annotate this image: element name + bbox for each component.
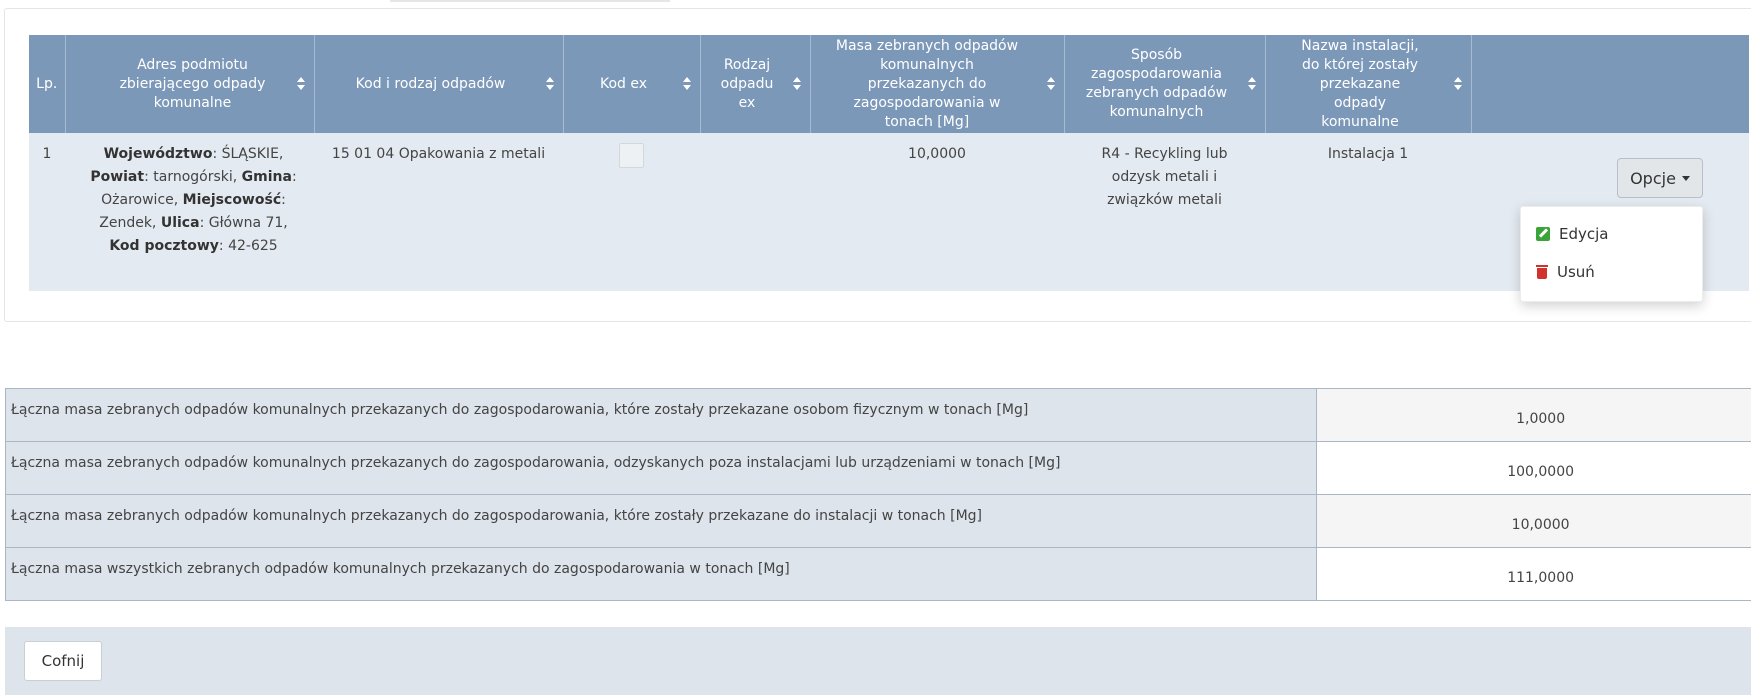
options-button[interactable]: Opcje <box>1617 158 1703 198</box>
menu-item-edit[interactable]: Edycja <box>1536 225 1608 243</box>
summary-value: 10,0000 <box>1316 494 1751 548</box>
menu-item-delete-label: Usuń <box>1557 263 1595 281</box>
cell-rodzaj-ex <box>700 133 810 291</box>
caret-down-icon <box>1681 175 1690 181</box>
header-kod-ex[interactable]: Kod ex <box>563 35 701 133</box>
cell-masa: 10,0000 <box>810 133 1064 291</box>
menu-item-edit-label: Edycja <box>1559 225 1609 243</box>
cell-adres: Województwo: ŚLĄSKIE, Powiat: tarnogórsk… <box>65 133 314 291</box>
menu-item-delete[interactable]: Usuń <box>1536 263 1595 281</box>
top-divider <box>390 0 670 2</box>
waste-table: Lp. Adres podmiotu zbierającego odpady k… <box>29 35 1749 291</box>
cell-kod-odpadu: 15 01 04 Opakowania z metali <box>314 133 563 291</box>
kod-ex-checkbox[interactable] <box>619 143 644 168</box>
summary-label: Łączna masa zebranych odpadów komunalnyc… <box>4 388 1318 442</box>
table-header-row: Lp. Adres podmiotu zbierającego odpady k… <box>29 35 1749 133</box>
sort-icon <box>1453 77 1462 91</box>
header-sposob[interactable]: Sposób zagospodarowania zebranych odpadó… <box>1064 35 1266 133</box>
summary-row: Łączna masa wszystkich zebranych odpadów… <box>4 547 1751 601</box>
header-masa[interactable]: Masa zebranych odpadów komunalnych przek… <box>810 35 1065 133</box>
table-row: 1 Województwo: ŚLĄSKIE, Powiat: tarnogór… <box>29 133 1749 291</box>
sort-icon <box>682 77 691 91</box>
options-button-label: Opcje <box>1630 168 1676 188</box>
header-lp: Lp. <box>29 35 66 133</box>
options-dropdown: Edycja Usuń <box>1520 206 1703 302</box>
summary-table: Łączna masa zebranych odpadów komunalnyc… <box>4 388 1751 601</box>
header-actions <box>1471 35 1749 133</box>
sort-icon <box>296 77 305 91</box>
header-adres[interactable]: Adres podmiotu zbierającego odpady komun… <box>65 35 315 133</box>
summary-label: Łączna masa zebranych odpadów komunalnyc… <box>4 494 1318 548</box>
header-nazwa[interactable]: Nazwa instalacji, do której zostały prze… <box>1265 35 1472 133</box>
summary-row: Łączna masa zebranych odpadów komunalnyc… <box>4 441 1751 495</box>
back-button[interactable]: Cofnij <box>24 641 102 681</box>
sort-icon <box>792 77 801 91</box>
summary-row: Łączna masa zebranych odpadów komunalnyc… <box>4 388 1751 442</box>
cell-sposob: R4 - Recykling lub odzysk metali i związ… <box>1064 133 1265 291</box>
cell-lp: 1 <box>29 133 65 291</box>
header-rodzaj-ex[interactable]: Rodzaj odpadu ex <box>700 35 811 133</box>
form-footer: Cofnij <box>5 627 1751 695</box>
summary-row: Łączna masa zebranych odpadów komunalnyc… <box>4 494 1751 548</box>
header-kod[interactable]: Kod i rodzaj odpadów <box>314 35 564 133</box>
sort-icon <box>545 77 554 91</box>
trash-icon <box>1536 265 1548 279</box>
sort-icon <box>1247 77 1256 91</box>
sort-icon <box>1046 77 1055 91</box>
summary-label: Łączna masa zebranych odpadów komunalnyc… <box>4 441 1318 495</box>
summary-label: Łączna masa wszystkich zebranych odpadów… <box>4 547 1318 601</box>
summary-value: 1,0000 <box>1316 388 1751 442</box>
summary-value: 111,0000 <box>1316 547 1751 601</box>
cell-instalacja: Instalacja 1 <box>1265 133 1471 291</box>
edit-icon <box>1536 227 1550 241</box>
summary-value: 100,0000 <box>1316 441 1751 495</box>
cell-kod-ex <box>563 133 700 291</box>
